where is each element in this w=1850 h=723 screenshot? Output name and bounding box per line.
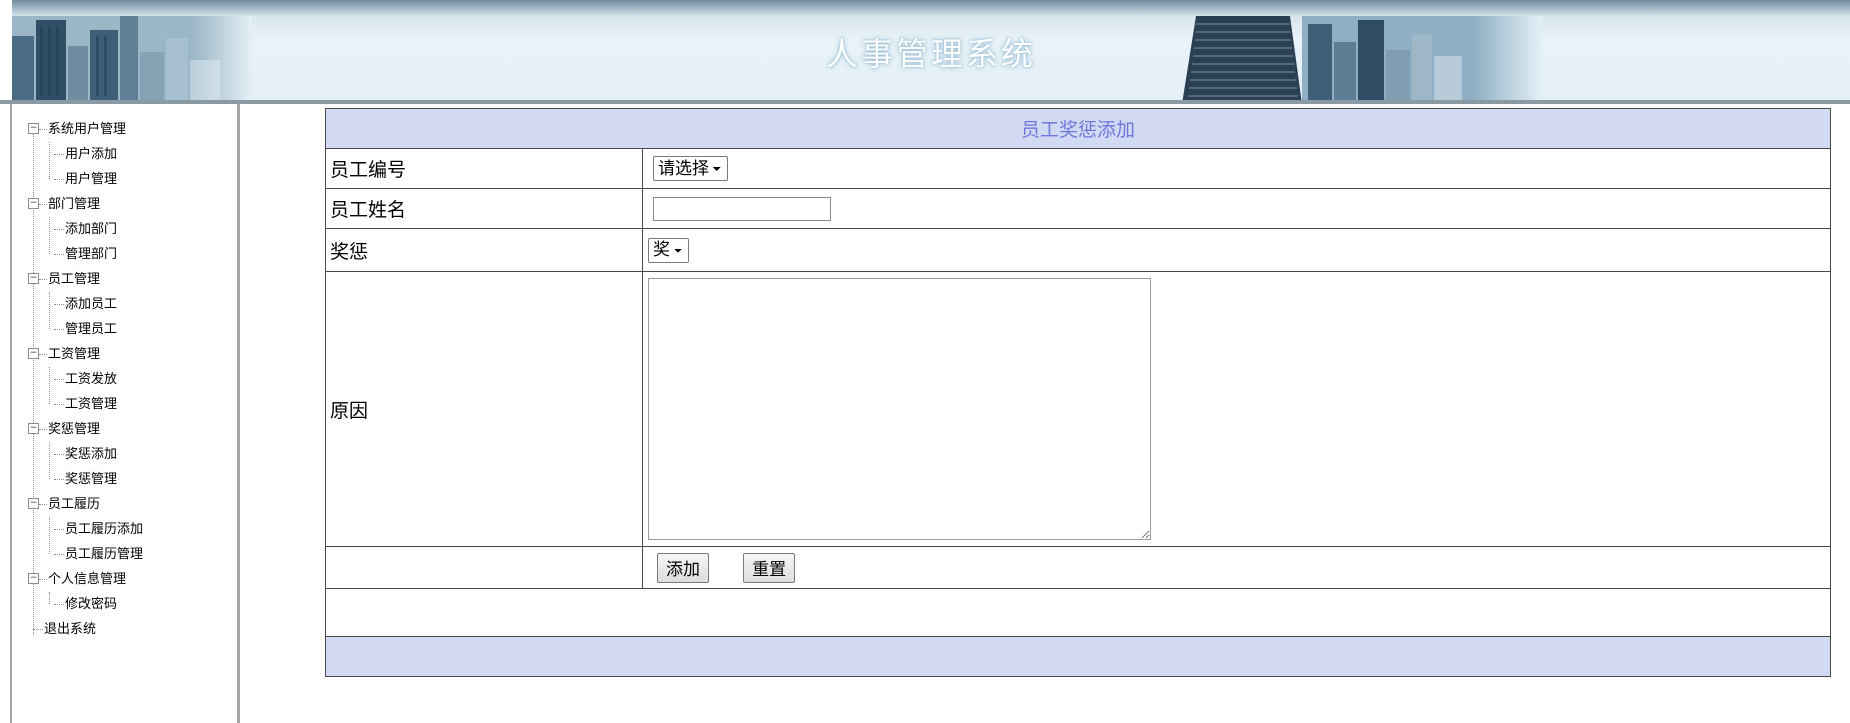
tree-connector bbox=[39, 429, 47, 430]
tree-connector bbox=[39, 579, 47, 580]
employee-id-label: 员工编号 bbox=[325, 148, 643, 189]
tree-group-label[interactable]: 员工管理 bbox=[48, 267, 100, 292]
banner-background: 人事管理系统 bbox=[12, 0, 1850, 104]
minus-box-icon[interactable]: − bbox=[28, 123, 39, 134]
tree-branch-connector bbox=[49, 142, 50, 179]
tree-group-label[interactable]: 部门管理 bbox=[48, 192, 100, 217]
sidebar-item-label[interactable]: 工资发放 bbox=[65, 367, 117, 392]
sidebar-tree: − 系统用户管理 用户添加 用户管理 − 部门管理 添加部门 管理部门 − 员工… bbox=[12, 104, 237, 723]
minus-box-icon[interactable]: − bbox=[28, 573, 39, 584]
tree-connector bbox=[54, 554, 64, 555]
banner-top-strip bbox=[12, 0, 1850, 16]
tree-connector bbox=[54, 304, 64, 305]
tree-branch-connector bbox=[49, 442, 50, 479]
frame-divider[interactable] bbox=[237, 104, 240, 723]
reward-punish-row: 奖惩 奖 bbox=[325, 228, 1832, 272]
tree-connector bbox=[39, 204, 47, 205]
tree-connector bbox=[54, 329, 64, 330]
minus-box-icon[interactable]: − bbox=[28, 273, 39, 284]
sidebar-item-label[interactable]: 管理员工 bbox=[65, 317, 117, 342]
add-button[interactable]: 添加 bbox=[657, 552, 709, 583]
blank-cell bbox=[324, 588, 1832, 637]
tree-connector bbox=[54, 229, 64, 230]
sidebar-item-label[interactable]: 奖惩管理 bbox=[65, 467, 117, 492]
app-title: 人事管理系统 bbox=[825, 35, 1036, 73]
form-title: 员工奖惩添加 bbox=[324, 108, 1832, 149]
reward-punish-select[interactable]: 奖 bbox=[648, 237, 689, 263]
employee-id-cell: 请选择 bbox=[641, 148, 1832, 189]
banner-bottom-border bbox=[0, 100, 1850, 104]
tree-connector bbox=[54, 479, 64, 480]
empty-cell bbox=[325, 546, 643, 589]
employee-id-select[interactable]: 请选择 bbox=[653, 156, 728, 181]
tree-connector bbox=[54, 254, 64, 255]
tree-group-label[interactable]: 系统用户管理 bbox=[48, 117, 126, 142]
tree-connector bbox=[54, 404, 64, 405]
form-footer bbox=[324, 636, 1832, 677]
employee-id-row: 员工编号 请选择 bbox=[325, 148, 1832, 189]
buttons-cell: 添加 重置 bbox=[641, 546, 1832, 589]
reason-row: 原因 bbox=[325, 271, 1832, 547]
blank-row bbox=[324, 588, 1832, 637]
sidebar-item-label[interactable]: 工资管理 bbox=[65, 392, 117, 417]
tree-connector bbox=[33, 629, 43, 630]
reward-punish-cell: 奖 bbox=[641, 228, 1832, 272]
minus-box-icon[interactable]: − bbox=[28, 198, 39, 209]
tree-connector bbox=[54, 529, 64, 530]
tree-connector bbox=[54, 604, 64, 605]
sidebar-item-label[interactable]: 退出系统 bbox=[44, 617, 96, 642]
sidebar-item-label[interactable]: 员工履历管理 bbox=[65, 542, 143, 567]
employee-name-row: 员工姓名 bbox=[325, 188, 1832, 229]
tree-branch-connector bbox=[49, 217, 50, 254]
tree-group-label[interactable]: 个人信息管理 bbox=[48, 567, 126, 592]
sidebar-item-label[interactable]: 管理部门 bbox=[65, 242, 117, 267]
tree-connector bbox=[54, 379, 64, 380]
tree-connector bbox=[54, 454, 64, 455]
minus-box-icon[interactable]: − bbox=[28, 348, 39, 359]
minus-box-icon[interactable]: − bbox=[28, 423, 39, 434]
header-banner: 人事管理系统 bbox=[0, 0, 1850, 104]
employee-name-label: 员工姓名 bbox=[325, 188, 643, 229]
sidebar-item-label[interactable]: 员工履历添加 bbox=[65, 517, 143, 542]
reason-textarea[interactable] bbox=[648, 278, 1151, 540]
reward-punish-form: 员工奖惩添加 员工编号 请选择 员工姓名 奖惩 奖 原因 添加 重置 bbox=[324, 108, 1832, 677]
tree-connector bbox=[54, 154, 64, 155]
reset-button[interactable]: 重置 bbox=[743, 552, 796, 583]
reward-punish-label: 奖惩 bbox=[325, 228, 643, 272]
sidebar-item-label[interactable]: 用户添加 bbox=[65, 142, 117, 167]
reason-label: 原因 bbox=[325, 271, 643, 547]
form-title-row: 员工奖惩添加 bbox=[324, 108, 1832, 149]
tree-group-label[interactable]: 工资管理 bbox=[48, 342, 100, 367]
tree-connector bbox=[54, 179, 64, 180]
tree-branch-connector bbox=[49, 592, 50, 604]
tree-branch-connector bbox=[49, 367, 50, 404]
tree-group-label[interactable]: 员工履历 bbox=[48, 492, 100, 517]
buttons-row: 添加 重置 bbox=[325, 546, 1832, 589]
reason-cell bbox=[641, 271, 1832, 547]
sidebar-item-label[interactable]: 添加部门 bbox=[65, 217, 117, 242]
tree-branch-connector bbox=[49, 517, 50, 554]
minus-box-icon[interactable]: − bbox=[28, 498, 39, 509]
form-footer-row bbox=[324, 636, 1832, 677]
tree-connector bbox=[39, 129, 47, 130]
employee-name-input[interactable] bbox=[653, 197, 831, 221]
employee-name-cell bbox=[641, 188, 1832, 229]
sidebar-item-label[interactable]: 用户管理 bbox=[65, 167, 117, 192]
sidebar-item-label[interactable]: 奖惩添加 bbox=[65, 442, 117, 467]
tree-branch-connector bbox=[49, 292, 50, 329]
sidebar-item-label[interactable]: 添加员工 bbox=[65, 292, 117, 317]
sidebar-item-label[interactable]: 修改密码 bbox=[65, 592, 117, 617]
tree-connector bbox=[39, 504, 47, 505]
tree-connector bbox=[39, 354, 47, 355]
tree-connector bbox=[39, 279, 47, 280]
tree-group-label[interactable]: 奖惩管理 bbox=[48, 417, 100, 442]
